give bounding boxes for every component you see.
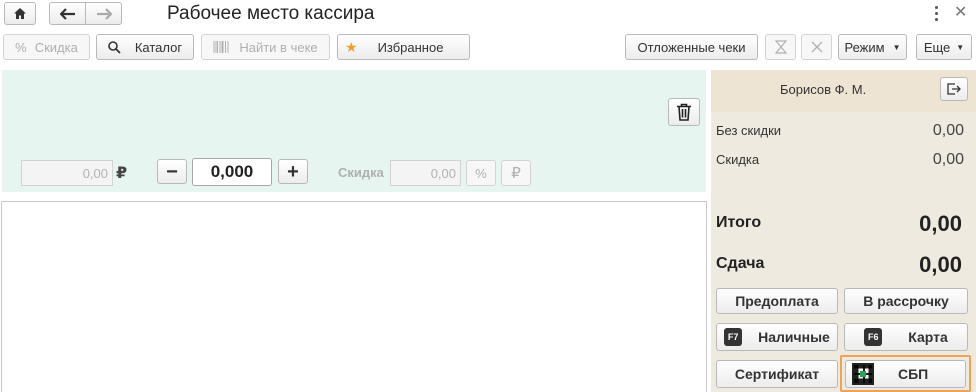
- percent-icon: %: [475, 165, 487, 181]
- sbp-label: СБП: [898, 366, 929, 382]
- total-label: Итого: [716, 214, 762, 231]
- close-icon[interactable]: ✕: [954, 2, 967, 22]
- f7-key-badge: F7: [724, 328, 743, 346]
- discount-button-label: Скидка: [34, 39, 78, 55]
- home-icon: [14, 8, 26, 19]
- no-discount-label: Без скидки: [716, 123, 782, 138]
- quantity-increase-button[interactable]: +: [278, 159, 308, 184]
- change-value: 0,00: [919, 252, 962, 277]
- trash-icon: [677, 103, 691, 121]
- item-discount-value: 0,00: [430, 165, 456, 181]
- back-arrow-icon: [59, 7, 75, 20]
- forward-button[interactable]: [85, 2, 122, 25]
- dropdown-caret-icon: ▼: [892, 42, 901, 52]
- no-discount-value: 0,00: [932, 122, 964, 139]
- plus-symbol: +: [287, 160, 299, 183]
- discount-total-value: 0,00: [932, 151, 964, 168]
- ruble-discount-button[interactable]: ₽: [501, 160, 531, 186]
- price-value: 0,00: [82, 165, 108, 181]
- prepayment-label: Предоплата: [735, 293, 819, 309]
- cross-icon: [811, 41, 822, 53]
- star-icon: ★: [345, 38, 358, 55]
- card-button[interactable]: F6 Карта: [844, 323, 968, 351]
- barcode-icon: [213, 41, 229, 53]
- more-dropdown[interactable]: Еще ▼: [916, 34, 972, 60]
- price-field[interactable]: 0,00: [21, 160, 113, 186]
- qr-code-icon: [852, 363, 874, 385]
- certificate-label: Сертификат: [734, 366, 820, 382]
- percent-icon: %: [15, 39, 27, 55]
- f6-key-badge: F6: [864, 328, 883, 346]
- forward-arrow-icon: [96, 7, 112, 20]
- card-label: Карта: [908, 329, 948, 345]
- deferred-receipts-button[interactable]: Отложенные чеки: [625, 34, 758, 60]
- certificate-button[interactable]: Сертификат: [716, 360, 838, 388]
- back-button[interactable]: [49, 2, 86, 25]
- window-title: Рабочее место кассира: [167, 3, 375, 24]
- installment-button[interactable]: В рассрочку: [844, 288, 968, 314]
- item-discount-label: Скидка: [338, 165, 384, 180]
- cash-button[interactable]: F7 Наличные: [716, 323, 838, 351]
- find-in-receipt-button[interactable]: Найти в чеке: [201, 34, 330, 60]
- minus-symbol: −: [166, 160, 178, 183]
- total-value: 0,00: [919, 211, 962, 236]
- cashier-name: Борисов Ф. М.: [780, 82, 867, 97]
- prepayment-button[interactable]: Предоплата: [716, 288, 838, 314]
- quantity-input[interactable]: 0,000: [192, 158, 272, 186]
- discount-button[interactable]: % Скидка: [3, 34, 90, 60]
- deferred-receipts-label: Отложенные чеки: [637, 39, 746, 55]
- discount-total-label: Скидка: [716, 152, 760, 167]
- cancel-button[interactable]: [801, 34, 832, 60]
- dropdown-caret-icon: ▼: [956, 42, 965, 52]
- ruble-icon: ₽: [511, 165, 521, 182]
- quantity-decrease-button[interactable]: −: [157, 159, 187, 184]
- percent-discount-button[interactable]: %: [466, 160, 496, 186]
- catalog-button-label: Каталог: [134, 39, 183, 55]
- cash-label: Наличные: [758, 329, 830, 345]
- hourglass-icon: [774, 40, 787, 54]
- sbp-button[interactable]: СБП: [845, 360, 966, 388]
- installment-label: В рассрочку: [863, 293, 949, 309]
- mode-label: Режим: [844, 39, 885, 55]
- find-in-receipt-label: Найти в чеке: [239, 39, 318, 55]
- item-discount-field[interactable]: 0,00: [390, 160, 461, 186]
- currency-symbol: ₽: [116, 165, 128, 182]
- favorites-label: Избранное: [377, 39, 444, 55]
- home-button[interactable]: [4, 2, 36, 25]
- more-vertical-icon[interactable]: [928, 3, 944, 23]
- more-label: Еще: [923, 39, 951, 55]
- favorites-button[interactable]: ★ Избранное: [337, 34, 470, 60]
- change-label: Сдача: [716, 255, 765, 272]
- logout-button[interactable]: [940, 77, 968, 101]
- mode-dropdown[interactable]: Режим ▼: [838, 34, 907, 60]
- hourglass-button[interactable]: [765, 34, 796, 60]
- delete-item-button[interactable]: [668, 98, 700, 126]
- receipt-items-list[interactable]: [1, 201, 707, 392]
- logout-icon: [947, 83, 961, 95]
- search-icon: [108, 40, 121, 54]
- catalog-button[interactable]: Каталог: [96, 34, 194, 60]
